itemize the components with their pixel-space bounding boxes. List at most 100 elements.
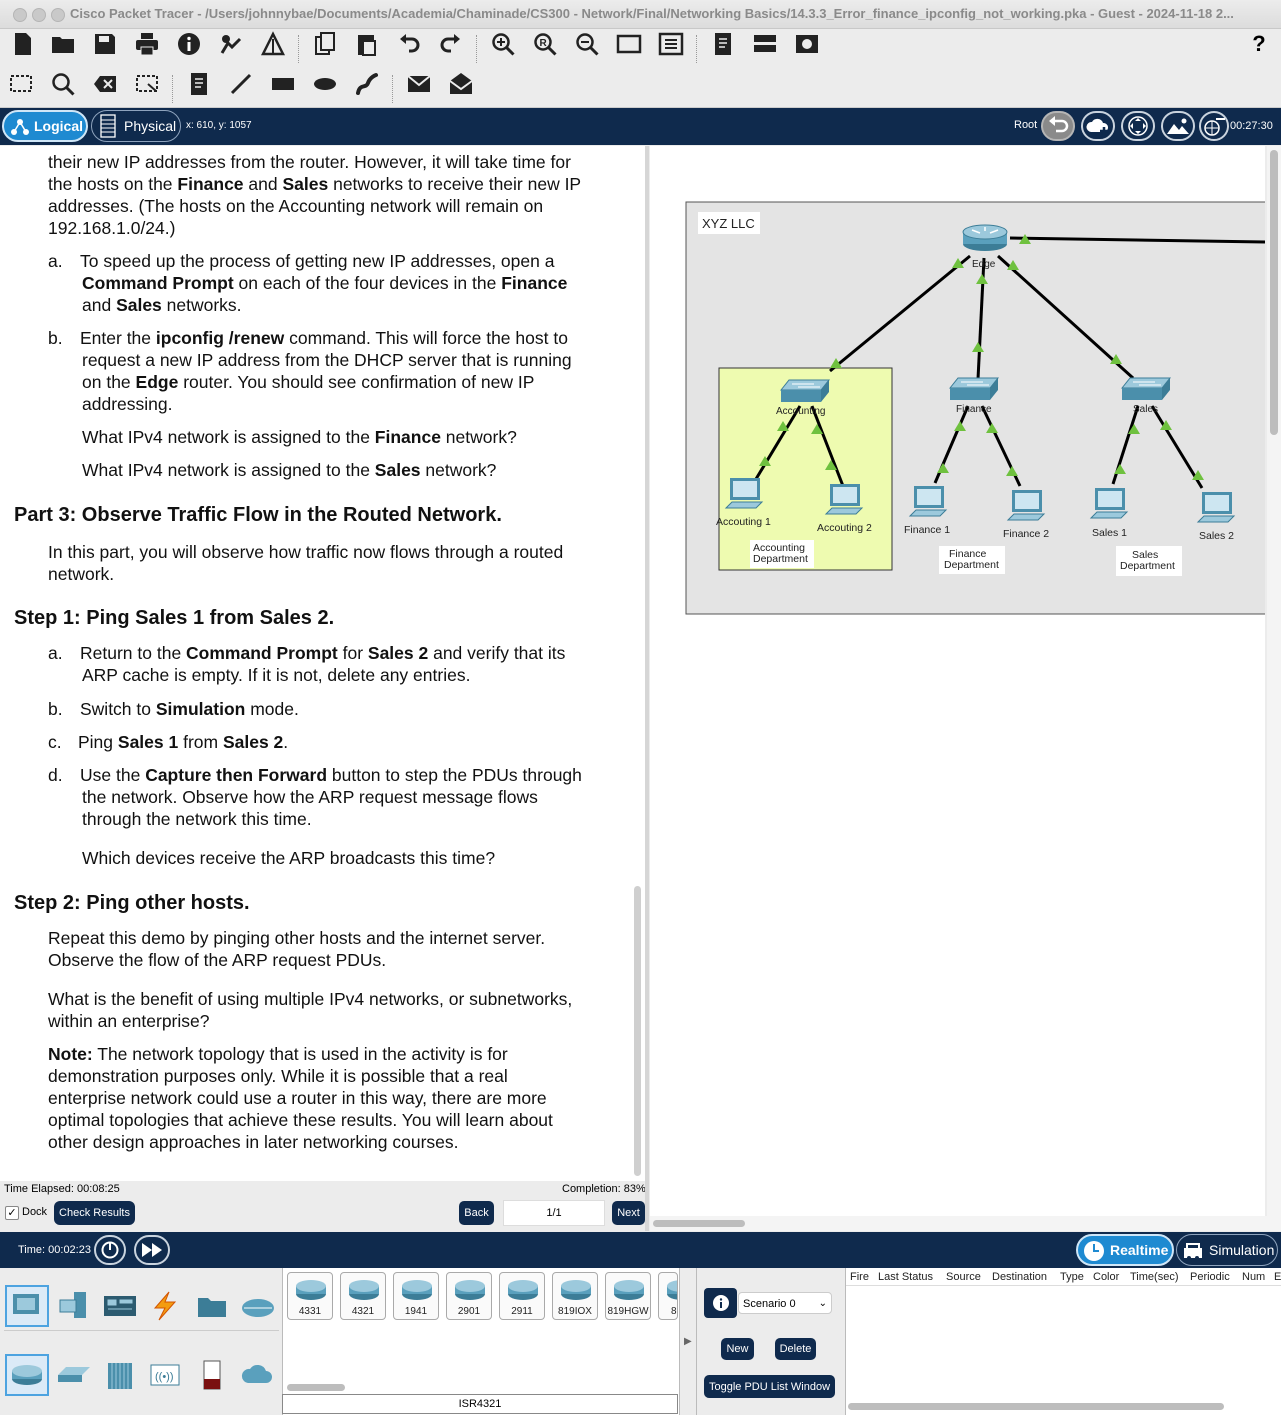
pdu-column-header[interactable]: Last Status <box>878 1271 933 1283</box>
activity-wizard-icon[interactable] <box>258 29 288 59</box>
pdu-table[interactable]: Fire Last Status Source Destination Type… <box>845 1268 1281 1415</box>
pdu-column-header[interactable]: Num <box>1242 1271 1265 1283</box>
zoom-in-icon[interactable] <box>488 29 518 59</box>
custom-device-icon[interactable] <box>656 29 686 59</box>
power-cycle-icon <box>101 1241 119 1259</box>
end-devices-category[interactable] <box>52 1285 96 1327</box>
move-object-button[interactable] <box>1121 111 1155 141</box>
expand-arrow-icon[interactable]: ▶ <box>684 1336 692 1347</box>
instructions-scrollbar[interactable] <box>634 886 641 1176</box>
zoom-reset-icon[interactable]: R <box>530 29 560 59</box>
device-template-icon[interactable] <box>750 29 780 59</box>
resize-shape-icon[interactable] <box>132 69 162 99</box>
realtime-mode-button[interactable]: Realtime <box>1076 1234 1174 1266</box>
draw-rectangle-icon[interactable] <box>268 69 298 99</box>
place-note-icon[interactable] <box>184 69 214 99</box>
check-results-button[interactable]: Check Results <box>54 1201 135 1225</box>
model-tile[interactable]: 2911 <box>499 1272 545 1320</box>
pane-splitter[interactable] <box>645 146 649 1231</box>
multiuser-category[interactable] <box>236 1285 280 1327</box>
hubs-subcategory[interactable] <box>98 1354 142 1396</box>
instructions-panel[interactable]: their new IP addresses from the router. … <box>0 146 645 1181</box>
network-wizard-icon[interactable] <box>216 29 246 59</box>
scenario-info-button[interactable] <box>704 1288 737 1318</box>
pdu-column-header[interactable]: Color <box>1093 1271 1119 1283</box>
drawing-palette-icon[interactable] <box>614 29 644 59</box>
print-icon[interactable] <box>132 29 162 59</box>
wireless-subcategory[interactable]: ((•)) <box>143 1354 187 1396</box>
dept-label: Department <box>753 553 808 565</box>
new-file-icon[interactable] <box>8 29 38 59</box>
pdu-column-header[interactable]: Destination <box>992 1271 1047 1283</box>
simulation-mode-button[interactable]: Simulation <box>1176 1234 1278 1266</box>
connections-category[interactable] <box>143 1285 187 1327</box>
scenario-select[interactable]: Scenario 0 ⌄ <box>738 1292 832 1314</box>
back-to-parent-button[interactable] <box>1041 111 1075 141</box>
inspect-icon[interactable] <box>48 69 78 99</box>
zoom-out-icon[interactable] <box>572 29 602 59</box>
model-tile[interactable]: 4331 <box>287 1272 333 1320</box>
paste-icon[interactable] <box>352 29 382 59</box>
question-benefit: within an enterprise? <box>48 1011 210 1031</box>
pdu-column-header[interactable]: Time(sec) <box>1130 1271 1178 1283</box>
workspace-horizontal-scrollbar[interactable] <box>650 1216 1281 1231</box>
model-tile[interactable]: 2901 <box>446 1272 492 1320</box>
model-tile[interactable]: 819HGW <box>605 1272 651 1320</box>
close-window-button[interactable] <box>13 8 27 22</box>
add-simple-pdu-icon[interactable] <box>404 69 434 99</box>
pdu-column-header[interactable]: Type <box>1060 1271 1084 1283</box>
logical-workspace[interactable]: XYZ LLC Edge Accounting Finance Sales Ac… <box>650 146 1265 1216</box>
add-complex-pdu-icon[interactable] <box>446 69 476 99</box>
wan-emulation-subcategory[interactable] <box>236 1354 280 1396</box>
screenshot-icon[interactable] <box>792 29 822 59</box>
freeform-icon[interactable] <box>352 69 382 99</box>
power-cycle-button[interactable] <box>94 1235 126 1265</box>
minimize-window-button[interactable] <box>32 8 46 22</box>
model-tile[interactable]: 1941 <box>393 1272 439 1320</box>
model-tile[interactable]: 819IOX <box>552 1272 598 1320</box>
notes-icon[interactable] <box>708 29 738 59</box>
dock-checkbox[interactable]: ✓ <box>5 1206 19 1220</box>
pdu-table-scrollbar[interactable] <box>848 1403 1224 1410</box>
new-cluster-button[interactable] <box>1081 111 1115 141</box>
model-list-scrollbar[interactable] <box>287 1384 345 1391</box>
next-button[interactable]: Next <box>612 1201 645 1225</box>
set-background-button[interactable] <box>1161 111 1195 141</box>
tab-logical[interactable]: Logical <box>2 110 88 142</box>
redo-icon[interactable] <box>436 29 466 59</box>
pdu-column-header[interactable]: Fire <box>850 1271 869 1283</box>
toggle-pdu-list-button[interactable]: Toggle PDU List Window <box>704 1375 835 1398</box>
model-tile[interactable]: 4321 <box>340 1272 386 1320</box>
save-icon[interactable] <box>90 29 120 59</box>
move-arrows-icon <box>1128 116 1148 136</box>
pdu-column-header[interactable]: E <box>1274 1271 1281 1283</box>
security-subcategory[interactable] <box>190 1354 234 1396</box>
network-devices-category[interactable] <box>5 1285 49 1327</box>
back-button[interactable]: Back <box>459 1201 494 1225</box>
components-category[interactable] <box>98 1285 142 1327</box>
fast-forward-button[interactable] <box>134 1235 170 1265</box>
draw-ellipse-icon[interactable] <box>310 69 340 99</box>
undo-icon[interactable] <box>394 29 424 59</box>
switches-subcategory[interactable] <box>52 1354 96 1396</box>
dept-label: Department <box>944 559 999 571</box>
viewport-button[interactable] <box>1199 111 1229 141</box>
title-bar: Cisco Packet Tracer - /Users/johnnybae/D… <box>0 0 1281 29</box>
new-scenario-button[interactable]: New <box>721 1338 754 1360</box>
info-icon[interactable] <box>174 29 204 59</box>
tab-physical[interactable]: Physical <box>91 110 181 142</box>
routers-subcategory[interactable] <box>5 1354 49 1396</box>
pdu-column-header[interactable]: Source <box>946 1271 981 1283</box>
delete-icon[interactable] <box>90 69 120 99</box>
miscellaneous-category[interactable] <box>190 1285 234 1327</box>
help-icon[interactable]: ? <box>1244 29 1274 59</box>
select-icon[interactable] <box>6 69 36 99</box>
open-folder-icon[interactable] <box>48 29 78 59</box>
workspace-vertical-scrollbar[interactable] <box>1267 146 1281 1218</box>
delete-scenario-button[interactable]: Delete <box>775 1338 816 1360</box>
pdu-column-header[interactable]: Periodic <box>1190 1271 1230 1283</box>
model-tile[interactable]: 8 <box>658 1272 678 1320</box>
copy-icon[interactable] <box>310 29 340 59</box>
zoom-window-button[interactable] <box>51 8 65 22</box>
draw-line-icon[interactable] <box>226 69 256 99</box>
